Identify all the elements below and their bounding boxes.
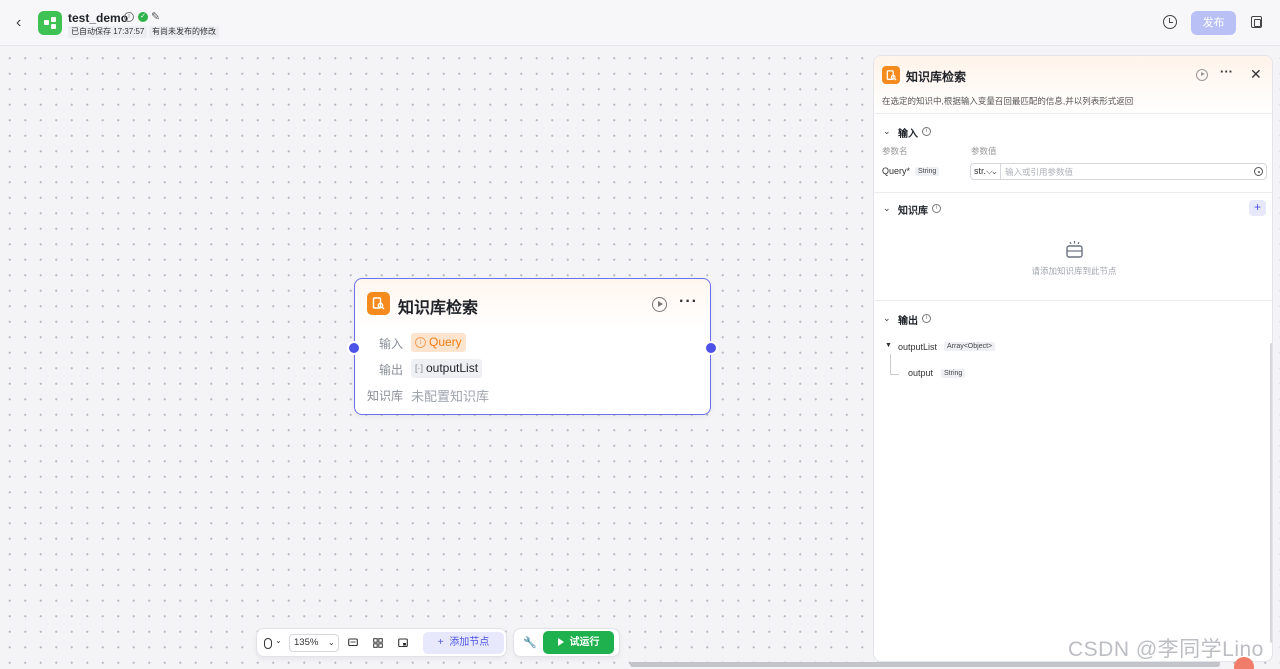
chevron-down-icon[interactable]: ⌄ xyxy=(991,164,998,179)
copy-icon[interactable] xyxy=(1251,16,1262,28)
node-output-tag: [·] outputList xyxy=(411,359,483,378)
tree-expand-icon[interactable]: ▼ xyxy=(885,342,892,349)
plus-icon: + xyxy=(437,637,444,648)
info-icon[interactable]: i xyxy=(922,127,931,136)
add-node-label: 添加节点 xyxy=(449,637,490,648)
knowledge-retrieval-node[interactable]: 知识库检索 ··· 输入 i Query 输出 [·] outputList 知… xyxy=(347,278,718,415)
zoom-value: 135% xyxy=(294,637,319,648)
panel-description: 在选定的知识中,根据输入变量召回最匹配的信息,并以列表形式返回 xyxy=(882,96,1134,106)
workflow-title: test_demo xyxy=(68,11,129,25)
watermark: CSDN @李同学Lino xyxy=(1068,638,1264,661)
close-icon[interactable]: ✕ xyxy=(1250,66,1262,83)
tree-connector xyxy=(890,354,899,375)
param-name-header: 参数名 xyxy=(882,146,908,156)
param-type-tag: String xyxy=(915,167,940,176)
check-circle-icon: ✓ xyxy=(138,12,148,22)
param-name-text: Query xyxy=(882,166,907,176)
panel-more-icon[interactable]: ··· xyxy=(1220,64,1233,79)
panel-scrollbar[interactable] xyxy=(1270,343,1272,643)
run-toolbar: 🔧 试运行 xyxy=(513,628,620,657)
knowledge-node-icon xyxy=(367,292,390,315)
query-value-input[interactable] xyxy=(1005,164,1245,179)
comment-icon[interactable] xyxy=(348,638,358,648)
chevron-down-icon: ⌄ xyxy=(328,638,335,647)
workflow-app-icon xyxy=(38,11,62,35)
output-child-type: String xyxy=(941,369,966,378)
divider xyxy=(874,113,1272,114)
knowledge-node-icon xyxy=(882,66,900,84)
knowledge-section-title: 知识库 xyxy=(898,206,928,217)
output-port[interactable] xyxy=(704,341,718,355)
type-select-value: str. xyxy=(974,166,987,176)
param-value-header: 参数值 xyxy=(971,146,997,156)
info-icon[interactable]: i xyxy=(124,12,134,22)
input-section-title: 输入 xyxy=(898,129,918,140)
node-more-icon[interactable]: ··· xyxy=(679,293,698,311)
output-item-name: outputList xyxy=(898,342,938,352)
reference-variable-icon[interactable] xyxy=(1254,167,1263,176)
minimap-icon[interactable] xyxy=(398,638,408,648)
wrench-icon[interactable]: 🔧 xyxy=(523,636,537,649)
output-child-name: output xyxy=(908,368,934,378)
unpublished-badge: 有尚未发布的修改 xyxy=(149,26,219,38)
test-run-button[interactable]: 试运行 xyxy=(543,631,614,654)
add-node-button[interactable]: + 添加节点 xyxy=(423,632,504,654)
autosave-badge: 已自动保存 17:37:57 xyxy=(68,26,148,38)
node-input-query-tag: i Query xyxy=(411,333,466,352)
zoom-select[interactable]: 135% ⌄ xyxy=(289,634,339,652)
node-config-panel: 知识库检索 ··· ✕ 在选定的知识中,根据输入变量召回最匹配的信息,并以列表形… xyxy=(873,55,1273,662)
empty-knowledge-text: 请添加知识库到此节点 xyxy=(1031,266,1117,276)
divider xyxy=(874,192,1272,193)
edit-icon[interactable]: ✎ xyxy=(151,10,160,23)
info-icon[interactable]: i xyxy=(932,204,941,213)
node-run-icon[interactable] xyxy=(652,297,667,312)
output-item-type: Array<Object> xyxy=(944,342,996,351)
top-header: ‹ test_demo i ✓ ✎ 已自动保存 17:37:57 有尚未发布的修… xyxy=(0,0,1280,46)
node-output-label: 输出 xyxy=(378,363,403,377)
info-icon[interactable]: i xyxy=(922,314,931,323)
empty-knowledge-icon xyxy=(1066,241,1083,258)
input-port[interactable] xyxy=(347,341,361,355)
node-output-value: outputList xyxy=(426,361,479,375)
mouse-mode-icon[interactable] xyxy=(264,638,272,649)
collapse-chevron-icon[interactable]: ⌄ xyxy=(883,126,891,137)
add-knowledge-button[interactable]: + xyxy=(1249,200,1266,216)
query-value-field: str. ⌄ xyxy=(970,163,1267,180)
required-mark: * xyxy=(906,166,911,176)
variable-icon: i xyxy=(415,337,426,348)
node-title: 知识库检索 xyxy=(398,300,479,317)
canvas-toolbar: ⌄ 135% ⌄ + 添加节点 xyxy=(256,628,507,657)
chevron-down-icon[interactable]: ⌄ xyxy=(275,636,282,645)
param-name: Query* xyxy=(882,166,910,176)
node-input-value: Query xyxy=(429,335,462,349)
collapse-chevron-icon[interactable]: ⌄ xyxy=(883,313,891,324)
back-arrow-icon[interactable]: ‹ xyxy=(16,14,30,32)
collapse-chevron-icon[interactable]: ⌄ xyxy=(883,203,891,214)
panel-title: 知识库检索 xyxy=(906,70,967,84)
node-input-label: 输入 xyxy=(378,337,403,351)
output-section-title: 输出 xyxy=(898,316,918,327)
divider xyxy=(874,300,1272,301)
play-icon xyxy=(557,638,564,647)
node-kb-value: 未配置知识库 xyxy=(411,389,490,404)
array-icon: [·] xyxy=(415,363,423,373)
publish-button[interactable]: 发布 xyxy=(1191,11,1236,35)
test-run-label: 试运行 xyxy=(569,637,600,648)
node-kb-label: 知识库 xyxy=(366,389,403,403)
history-icon[interactable] xyxy=(1163,15,1177,29)
panel-run-icon[interactable] xyxy=(1196,69,1208,81)
layout-grid-icon[interactable] xyxy=(373,638,383,648)
